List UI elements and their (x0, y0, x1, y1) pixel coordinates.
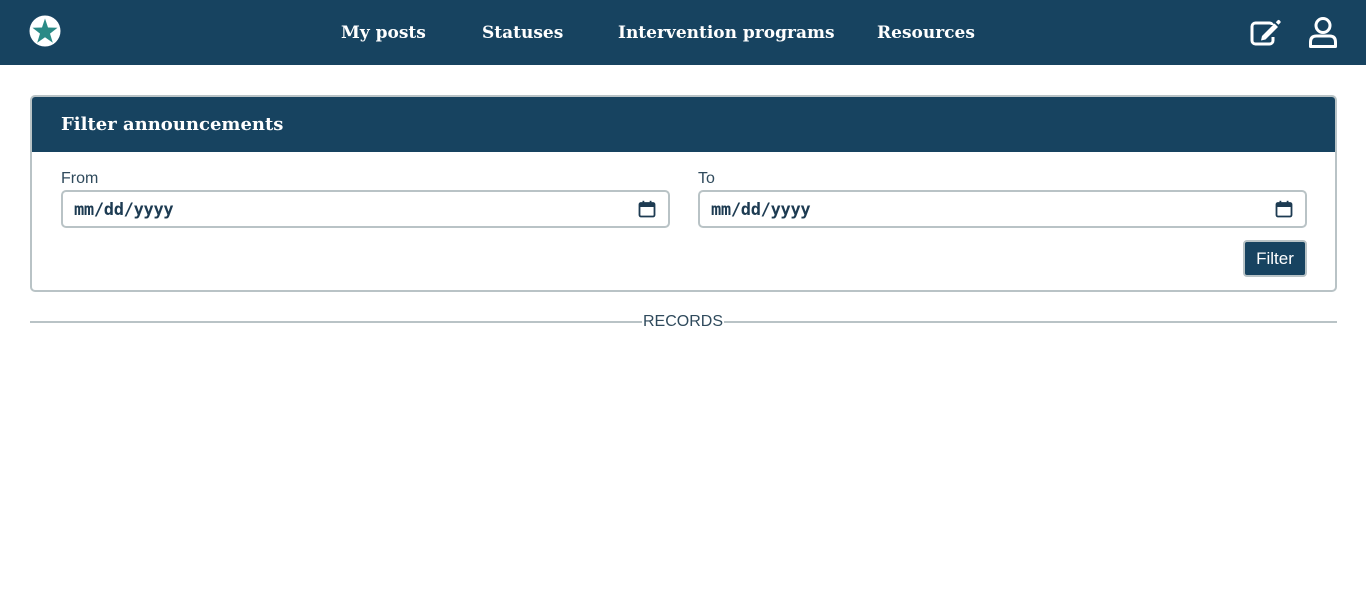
to-date-input[interactable]: mm/dd/yyyy (698, 190, 1307, 228)
from-date-placeholder: mm/dd/yyyy (74, 200, 174, 220)
nav-link-resources[interactable]: Resources (877, 21, 975, 45)
from-date-input[interactable]: mm/dd/yyyy (61, 190, 670, 228)
divider-line-left (30, 321, 642, 323)
starfish-logo-icon[interactable] (29, 15, 61, 47)
divider-line-right (724, 321, 1337, 323)
records-divider: RECORDS (30, 310, 1337, 334)
filter-announcements-card: Filter announcements From mm/dd/yyyy To … (30, 95, 1337, 292)
filter-button[interactable]: Filter (1243, 240, 1307, 277)
to-label: To (698, 170, 715, 187)
nav-link-intervention-programs[interactable]: Intervention programs (618, 21, 835, 45)
edit-icon[interactable] (1248, 15, 1282, 49)
user-icon[interactable] (1306, 15, 1340, 49)
nav-link-statuses[interactable]: Statuses (482, 21, 563, 45)
from-label: From (61, 170, 99, 187)
calendar-icon[interactable] (638, 200, 656, 218)
calendar-icon[interactable] (1275, 200, 1293, 218)
records-label: RECORDS (642, 313, 723, 330)
main-nav: My posts Statuses Intervention programs … (0, 0, 1366, 65)
nav-link-my-posts[interactable]: My posts (341, 21, 426, 45)
card-title: Filter announcements (61, 114, 284, 135)
top-navbar: My posts Statuses Intervention programs … (0, 0, 1366, 65)
card-header: Filter announcements (32, 97, 1335, 152)
to-date-placeholder: mm/dd/yyyy (711, 200, 811, 220)
